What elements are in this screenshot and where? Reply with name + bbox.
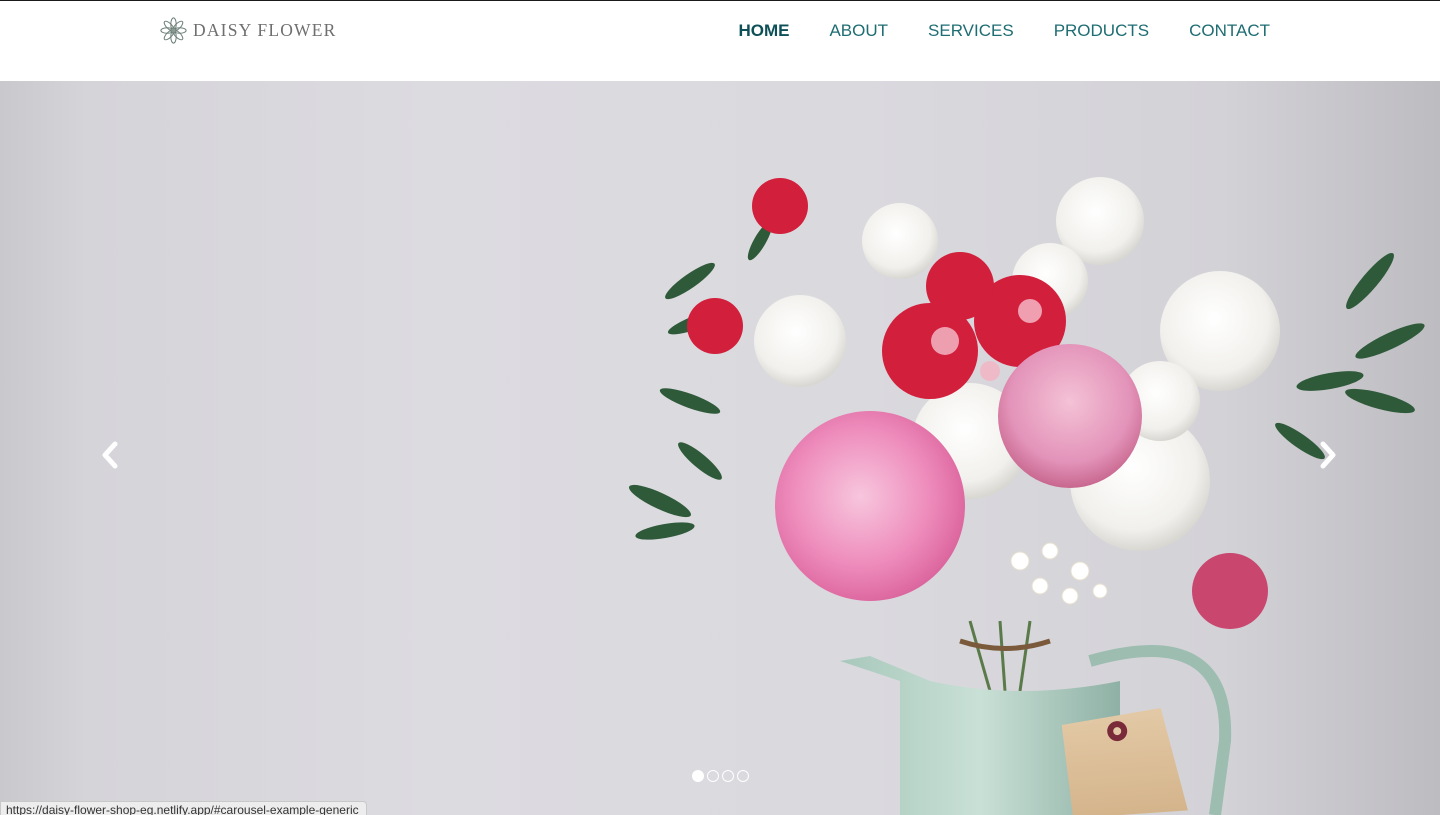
carousel-indicator-1[interactable] [692,770,704,782]
main-nav: HOME ABOUT SERVICES PRODUCTS CONTACT [738,20,1270,42]
daisy-ornament-icon [160,16,187,44]
brand-logo-link[interactable]: DAISY FLOWER [160,15,337,45]
nav-about-link[interactable]: ABOUT [829,20,888,42]
carousel-indicators [692,770,749,782]
nav-home-link[interactable]: HOME [738,20,789,42]
carousel-next-button[interactable] [1308,437,1348,473]
carousel-indicator-4[interactable] [737,770,749,782]
nav-services-link[interactable]: SERVICES [928,20,1014,42]
carousel-indicator-3[interactable] [722,770,734,782]
carousel-indicator-2[interactable] [707,770,719,782]
nav-products-link[interactable]: PRODUCTS [1054,20,1149,42]
browser-status-url: https://daisy-flower-shop-eg.netlify.app… [0,801,367,815]
carousel-slide-image [629,177,1425,815]
hero-carousel [0,81,1440,815]
navbar: DAISY FLOWER HOME ABOUT SERVICES PRODUCT… [0,1,1440,81]
brand-name: DAISY FLOWER [193,19,337,40]
chevron-right-icon [1320,441,1336,469]
carousel-prev-button[interactable] [90,437,130,473]
chevron-left-icon [102,441,118,469]
nav-contact-link[interactable]: CONTACT [1189,20,1270,42]
